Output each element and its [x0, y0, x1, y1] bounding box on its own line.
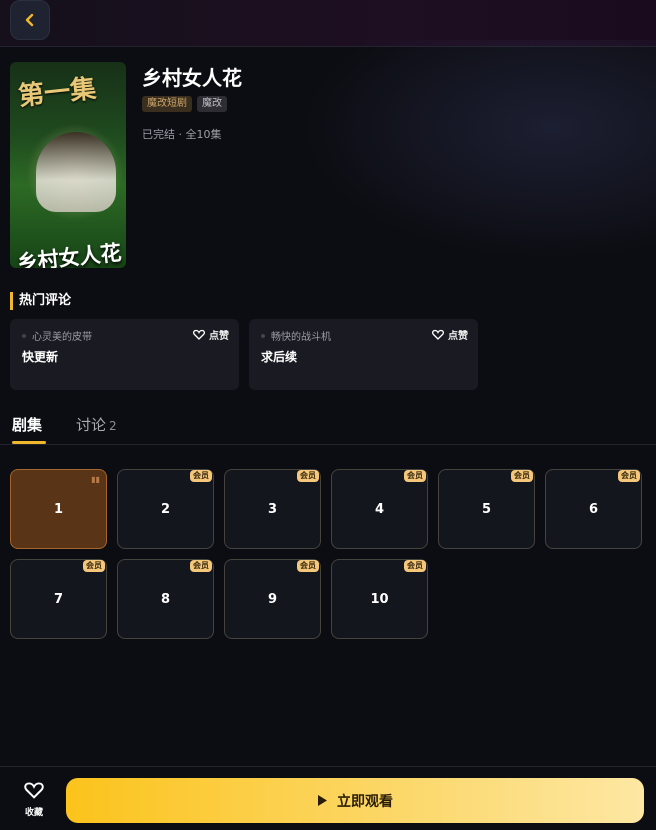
episode-item[interactable]: ▮▮ 1: [10, 469, 107, 549]
discussion-count: 2: [109, 419, 117, 433]
drama-title: 乡村女人花: [142, 66, 242, 90]
cover-title: 乡村女人花: [15, 239, 123, 268]
like-button[interactable]: 点赞: [193, 327, 229, 342]
vip-badge: 会员: [404, 560, 426, 572]
vip-badge: 会员: [511, 470, 533, 482]
episode-number: 8: [160, 591, 171, 607]
comment-card[interactable]: 心灵美的皮带 点赞 快更新: [10, 319, 239, 390]
vip-badge: 会员: [83, 560, 105, 572]
episode-item[interactable]: 会员 10: [331, 559, 428, 639]
like-label: 点赞: [209, 331, 229, 342]
watch-now-button[interactable]: 立即观看: [66, 778, 644, 823]
hot-comments-title: 热门评论: [10, 292, 71, 310]
favorite-label: 收藏: [24, 808, 43, 818]
bottom-bar: 收藏 立即观看: [0, 766, 656, 830]
episode-number: 4: [374, 501, 385, 517]
vip-badge: 会员: [190, 560, 212, 572]
vip-badge: 会员: [297, 560, 319, 572]
vip-badge: 会员: [297, 470, 319, 482]
episode-item[interactable]: 会员 4: [331, 469, 428, 549]
comment-user: 心灵美的皮带: [32, 332, 92, 343]
episode-number: 2: [160, 501, 171, 517]
episode-item[interactable]: 会员 7: [10, 559, 107, 639]
heart-icon: [24, 782, 44, 799]
chevron-left-icon: [25, 13, 34, 27]
comment-text: 快更新: [22, 350, 59, 364]
header-glow: [300, 40, 656, 260]
tab-episodes[interactable]: 剧集: [12, 414, 42, 435]
episode-number: 1: [53, 501, 64, 517]
play-icon: [318, 795, 327, 806]
drama-cover: 第一集 乡村女人花: [10, 62, 126, 268]
episode-number: 10: [370, 591, 389, 607]
tab-indicator: [12, 441, 46, 444]
episode-item[interactable]: 会员 6: [545, 469, 642, 549]
comment-text: 求后续: [261, 350, 298, 364]
episode-item[interactable]: 会员 2: [117, 469, 214, 549]
heart-icon: [193, 329, 205, 340]
tab-label: 剧集: [12, 416, 43, 434]
episode-number: 5: [481, 501, 492, 517]
drama-status: 已完结 · 全10集: [142, 128, 222, 141]
watch-now-label: 立即观看: [337, 793, 393, 810]
comment-user: 畅快的战斗机: [271, 332, 331, 343]
episode-number: 7: [53, 591, 64, 607]
episode-item[interactable]: 会员 9: [224, 559, 321, 639]
cover-episode-badge: 第一集: [16, 73, 98, 112]
tab-label: 讨论: [76, 416, 107, 434]
episode-number: 3: [267, 501, 278, 517]
episode-item[interactable]: 会员 8: [117, 559, 214, 639]
vip-badge: 会员: [190, 470, 212, 482]
back-button[interactable]: [10, 0, 50, 40]
heart-icon: [432, 329, 444, 340]
avatar: [22, 333, 26, 338]
tab-bar: 剧集 讨论 2: [0, 404, 656, 445]
episode-item[interactable]: 会员 3: [224, 469, 321, 549]
vip-badge: 会员: [404, 470, 426, 482]
tag: 魔改: [197, 96, 227, 112]
episode-number: 6: [588, 501, 599, 517]
playing-bars-icon: ▮▮: [91, 475, 100, 484]
tab-discussion[interactable]: 讨论 2: [76, 414, 117, 435]
avatar: [261, 333, 265, 338]
like-label: 点赞: [448, 331, 468, 342]
favorite-button[interactable]: 收藏: [12, 781, 56, 818]
comment-card[interactable]: 畅快的战斗机 点赞 求后续: [249, 319, 478, 390]
tag: 魔改短剧: [142, 96, 192, 112]
episode-number: 9: [267, 591, 278, 607]
episode-item[interactable]: 会员 5: [438, 469, 535, 549]
like-button[interactable]: 点赞: [432, 327, 468, 342]
vip-badge: 会员: [618, 470, 640, 482]
drama-tags: 魔改短剧 魔改: [142, 96, 227, 112]
